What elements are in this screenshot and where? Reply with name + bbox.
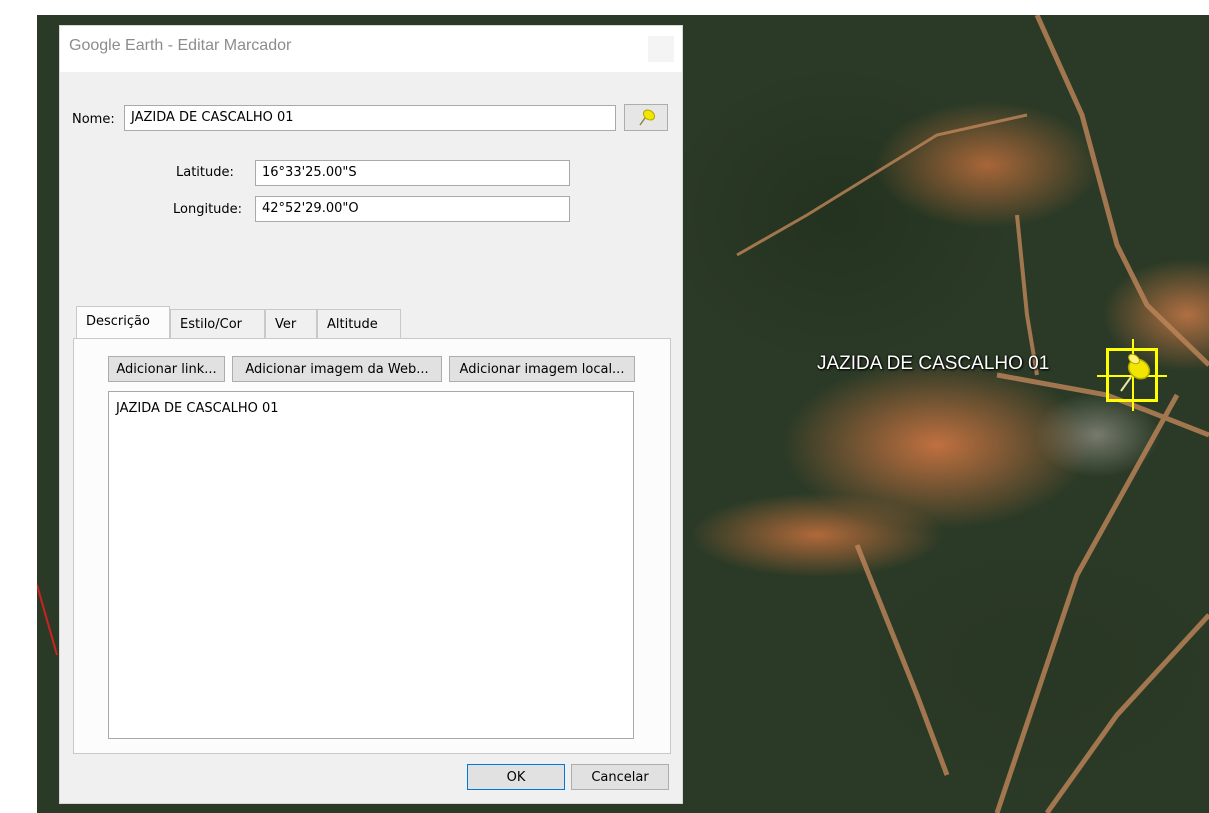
- placemark-icon-button[interactable]: [624, 104, 668, 131]
- tab-ver[interactable]: Ver: [265, 309, 317, 339]
- name-label: Nome:: [72, 112, 115, 127]
- add-web-image-button[interactable]: Adicionar imagem da Web...: [232, 356, 442, 382]
- add-local-image-button[interactable]: Adicionar imagem local...: [449, 356, 635, 382]
- name-field[interactable]: JAZIDA DE CASCALHO 01: [124, 105, 616, 131]
- longitude-field[interactable]: 42°52'29.00"O: [255, 196, 570, 222]
- cancel-button[interactable]: Cancelar: [571, 764, 669, 790]
- placemark-label[interactable]: JAZIDA DE CASCALHO 01: [817, 353, 1049, 375]
- latitude-field[interactable]: 16°33'25.00"S: [255, 160, 570, 186]
- edit-placemark-dialog: Google Earth - Editar Marcador Nome: JAZ…: [59, 25, 683, 804]
- tab-estilo-cor[interactable]: Estilo/Cor: [170, 309, 265, 339]
- pushpin-icon: [1120, 353, 1151, 392]
- longitude-label: Longitude:: [173, 202, 243, 217]
- dialog-titlebar[interactable]: Google Earth - Editar Marcador: [60, 26, 682, 72]
- latitude-label: Latitude:: [176, 165, 234, 180]
- dialog-title: Google Earth - Editar Marcador: [69, 37, 292, 54]
- tab-altitude[interactable]: Altitude: [317, 309, 401, 339]
- pushpin-icon: [639, 109, 656, 126]
- description-textarea[interactable]: JAZIDA DE CASCALHO 01: [108, 391, 634, 739]
- add-link-button[interactable]: Adicionar link...: [108, 356, 225, 382]
- close-button[interactable]: [648, 36, 674, 62]
- tab-descricao[interactable]: Descrição: [76, 306, 170, 340]
- placemark-selection-box[interactable]: [1097, 339, 1167, 411]
- ok-button[interactable]: OK: [467, 764, 565, 790]
